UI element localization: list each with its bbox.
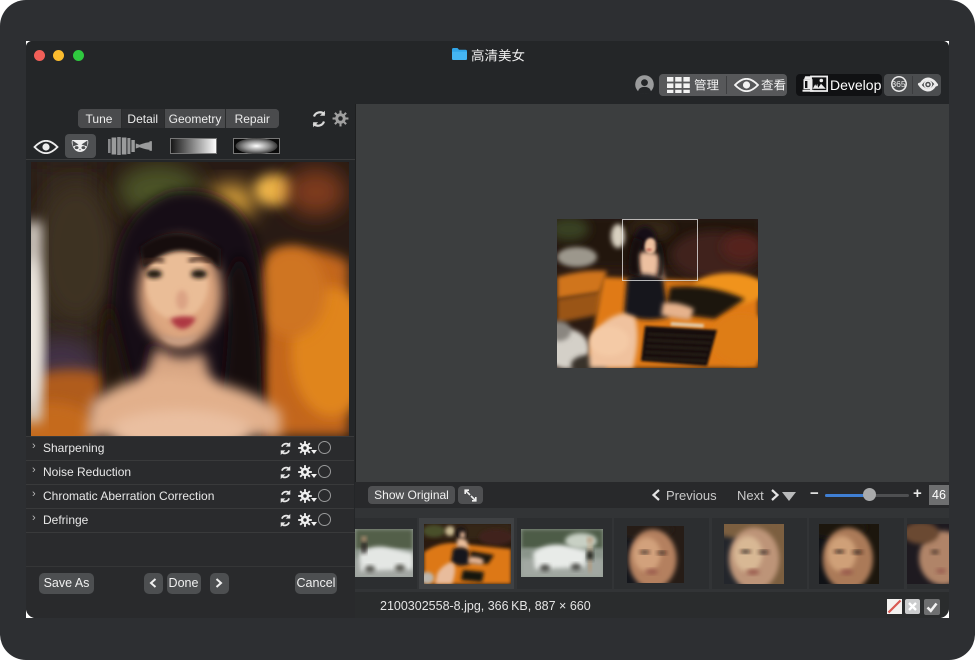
svg-text:365: 365	[891, 79, 906, 89]
